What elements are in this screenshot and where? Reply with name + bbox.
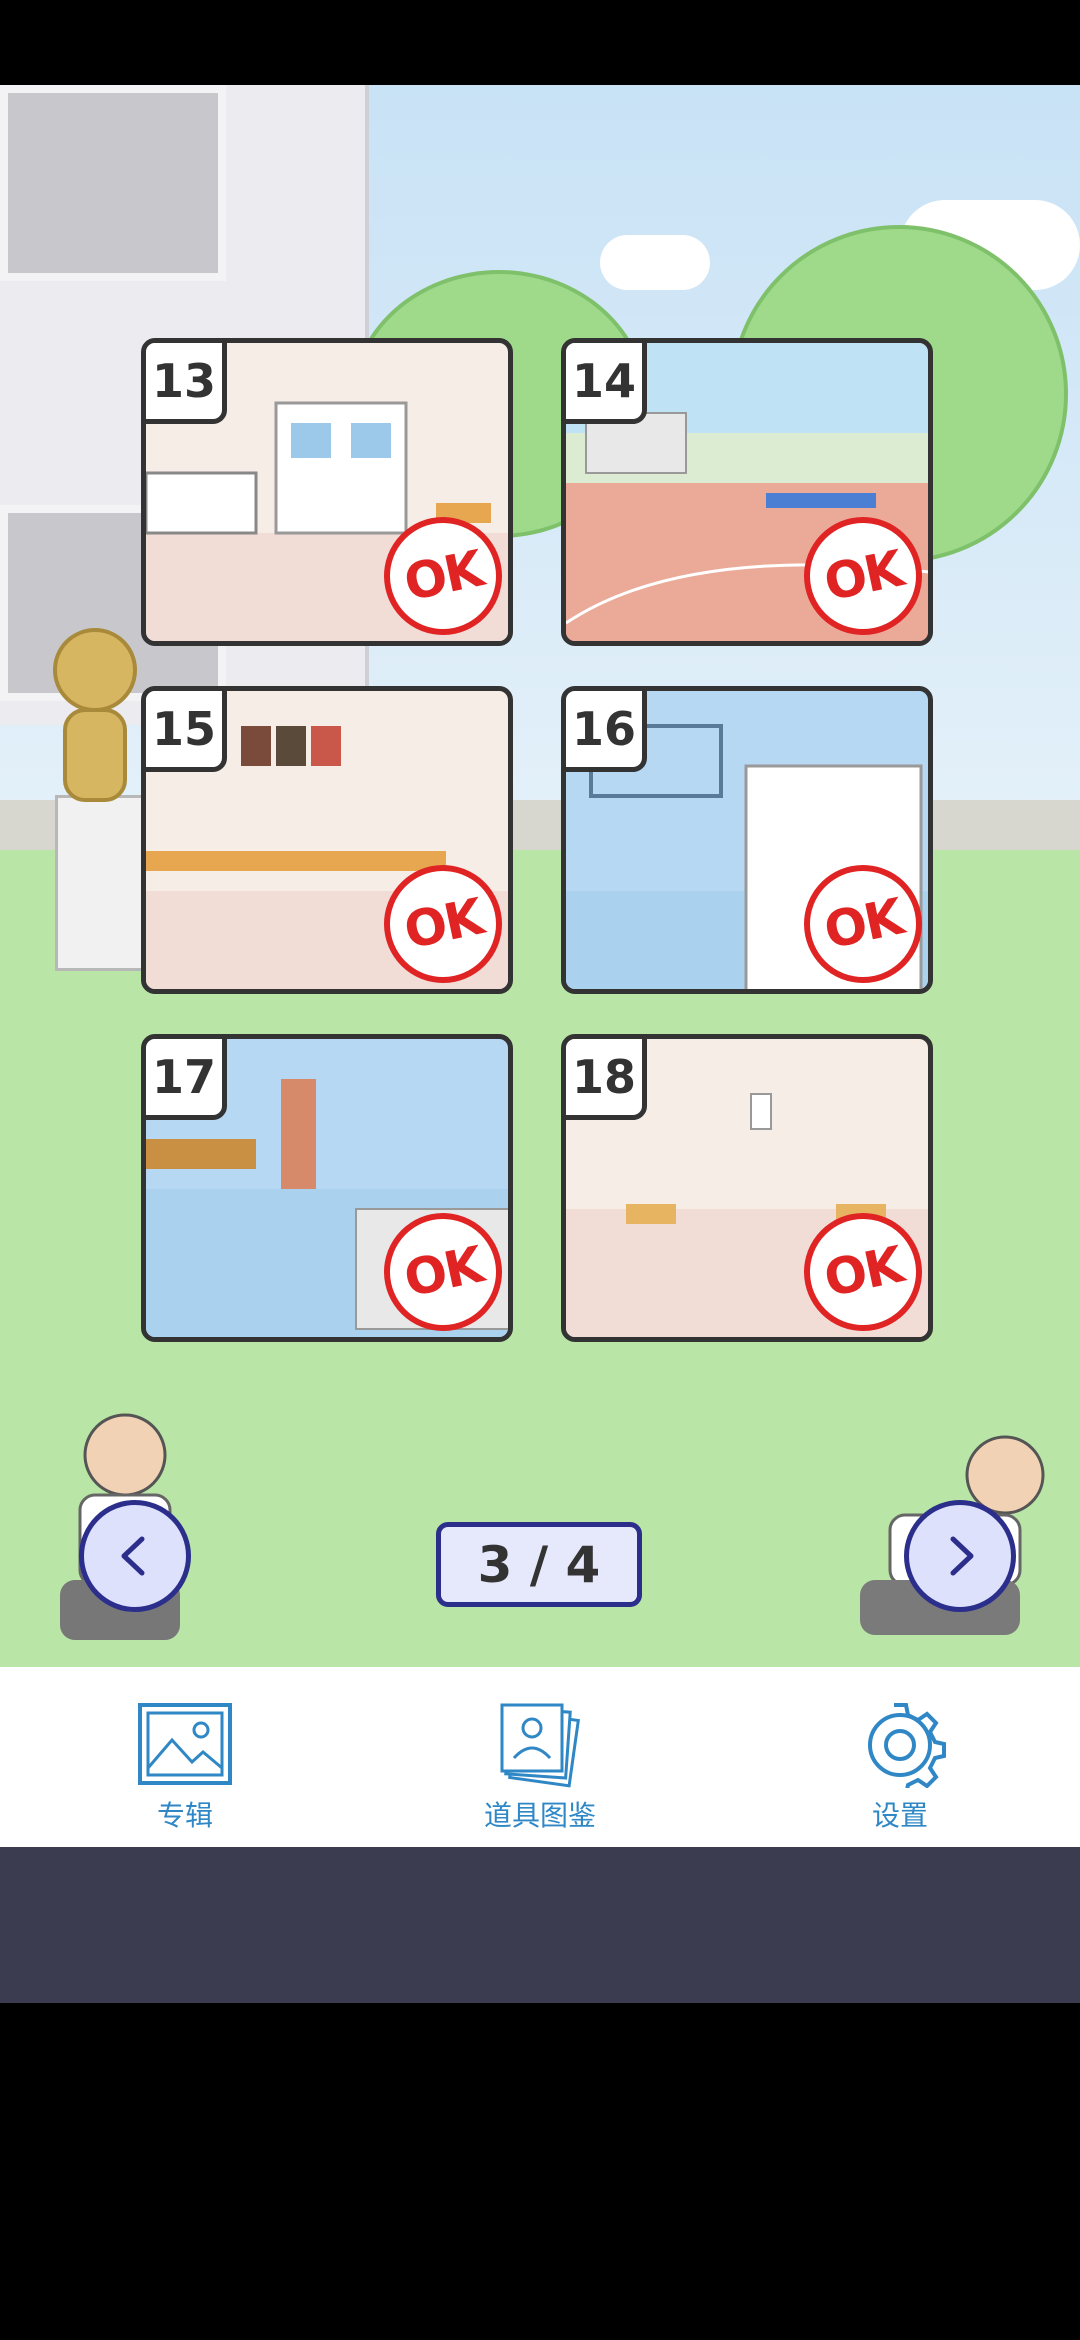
tab-item-catalog[interactable]: 道具图鉴 bbox=[390, 1667, 690, 1847]
chevron-left-icon bbox=[121, 1536, 145, 1576]
bottom-blank bbox=[0, 2003, 1080, 2340]
level-number: 15 bbox=[146, 691, 227, 772]
album-icon bbox=[138, 1703, 232, 1785]
level-number: 14 bbox=[566, 343, 647, 424]
status-bar bbox=[0, 0, 1080, 85]
prev-page-button[interactable] bbox=[79, 1500, 191, 1612]
level-number: 17 bbox=[146, 1039, 227, 1120]
page-indicator: 3 / 4 bbox=[436, 1522, 642, 1607]
level-card-13[interactable]: 13 OK bbox=[141, 338, 513, 646]
game-scene: 13 OK 14 OK 15 OK 16 OK 17 OK 18 OK 3 / … bbox=[0, 85, 1080, 1667]
tab-settings[interactable]: 设置 bbox=[750, 1667, 1050, 1847]
tab-album-label: 专辑 bbox=[156, 1799, 213, 1832]
bottom-tab-bar: 专辑 道具图鉴 设置 bbox=[0, 1667, 1080, 1847]
tab-album[interactable]: 专辑 bbox=[35, 1667, 335, 1847]
level-card-16[interactable]: 16 OK bbox=[561, 686, 933, 994]
level-card-18[interactable]: 18 OK bbox=[561, 1034, 933, 1342]
chevron-right-icon bbox=[950, 1536, 974, 1576]
tab-item-catalog-label: 道具图鉴 bbox=[483, 1799, 596, 1832]
window bbox=[0, 85, 226, 281]
level-card-14[interactable]: 14 OK bbox=[561, 338, 933, 646]
system-nav-bar bbox=[0, 1847, 1080, 2003]
item-catalog-icon bbox=[500, 1703, 580, 1788]
next-page-button[interactable] bbox=[904, 1500, 1016, 1612]
level-card-17[interactable]: 17 OK bbox=[141, 1034, 513, 1342]
level-card-15[interactable]: 15 OK bbox=[141, 686, 513, 994]
statue bbox=[53, 628, 137, 802]
level-number: 16 bbox=[566, 691, 647, 772]
level-number: 13 bbox=[146, 343, 227, 424]
cloud bbox=[600, 235, 710, 290]
level-number: 18 bbox=[566, 1039, 647, 1120]
tab-settings-label: 设置 bbox=[871, 1799, 928, 1832]
gear-icon bbox=[868, 1703, 946, 1788]
